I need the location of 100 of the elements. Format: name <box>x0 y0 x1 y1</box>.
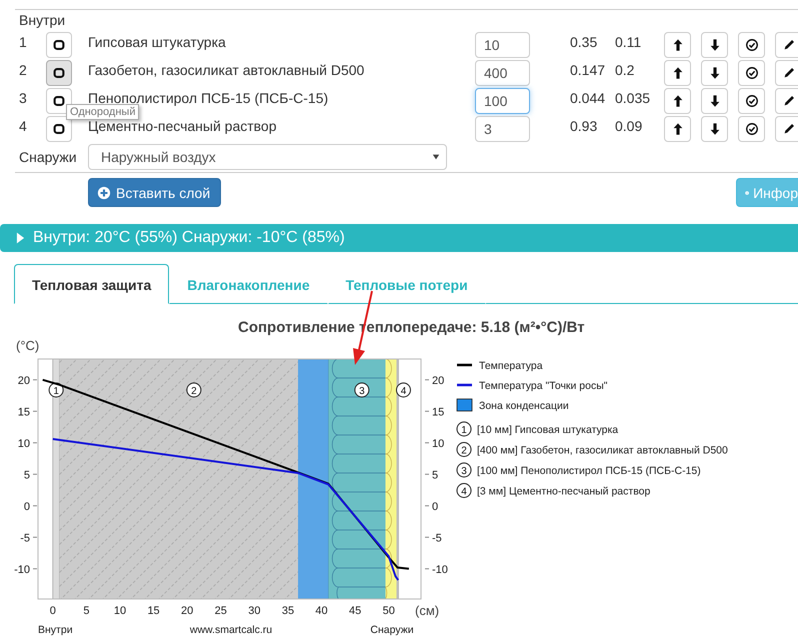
y-tick-label: 5 <box>432 469 438 482</box>
mu-value: 0.2 <box>615 61 636 80</box>
x-tick-label: 40 <box>315 605 328 617</box>
x-tick-label: 10 <box>114 605 126 617</box>
pencil-icon <box>782 66 796 80</box>
check-circle-icon <box>744 122 758 136</box>
pencil-icon <box>782 122 796 136</box>
legend-label: Температура <box>479 360 543 372</box>
x-tick-label: 0 <box>50 605 56 617</box>
select-button[interactable] <box>738 32 765 58</box>
website-caption: www.smartcalc.ru <box>190 624 272 636</box>
layer-type-button[interactable] <box>46 116 72 142</box>
select-button[interactable] <box>738 60 765 86</box>
lambda-value: 0.147 <box>570 61 606 80</box>
edit-button[interactable] <box>775 32 798 58</box>
legend-label: [10 мм] Гипсовая штукатурка <box>477 424 618 436</box>
legend-area-swatch <box>456 398 472 412</box>
move-down-button[interactable] <box>701 88 728 114</box>
layer-type-button[interactable] <box>46 32 72 58</box>
lambda-value: 0.93 <box>570 117 598 136</box>
move-down-button[interactable] <box>701 116 728 142</box>
outside-caption: Снаружи <box>370 624 414 636</box>
edit-button[interactable] <box>775 88 798 114</box>
x-tick-label: 25 <box>214 605 227 617</box>
select-button[interactable] <box>738 88 765 114</box>
select-button[interactable] <box>738 116 765 142</box>
move-up-button[interactable] <box>664 116 691 142</box>
tooltip: Однородный <box>66 104 140 120</box>
y-tick-label: 10 <box>18 438 30 450</box>
move-up-button[interactable] <box>664 32 691 58</box>
thickness-input[interactable]: 3 <box>475 116 530 142</box>
row-number: 2 <box>19 61 28 80</box>
insert-layer-button[interactable]: Вставить слой <box>88 178 222 207</box>
move-down-button[interactable] <box>701 60 728 86</box>
thickness-input[interactable]: 400 <box>475 60 530 86</box>
material-name: Газобетон, газосиликат автоклавный D500 <box>88 61 366 80</box>
layer-type-button[interactable] <box>46 88 72 114</box>
x-tick-label: 30 <box>248 605 260 617</box>
row-number: 1 <box>19 33 28 52</box>
y-tick-label: -5 <box>432 532 442 544</box>
material-name: Цементно-песчаный раствор <box>88 118 278 136</box>
y-tick-label: 0 <box>24 500 30 513</box>
row-number: 4 <box>19 117 28 136</box>
y-tick-label: 5 <box>24 469 30 482</box>
check-circle-icon <box>744 94 758 108</box>
edit-button[interactable] <box>775 60 798 86</box>
legend-label: [3 мм] Цементно-песчаный раствор <box>477 486 650 498</box>
outside-select[interactable]: Наружный воздух <box>88 144 447 170</box>
layer-type-button[interactable] <box>46 60 72 86</box>
thickness-input[interactable]: 10 <box>475 32 530 58</box>
y-tick-label: 20 <box>432 374 444 387</box>
square-icon <box>52 122 66 136</box>
legend-label: Температура "Точки росы" <box>479 380 608 392</box>
legend-number-badge: 4 <box>456 483 472 498</box>
y-axis-label: (°C) <box>16 340 40 353</box>
legend-line-swatch <box>457 384 472 386</box>
mu-value: 0.11 <box>615 33 642 52</box>
y-tick-label: -10 <box>14 564 30 576</box>
check-circle-icon <box>744 38 758 52</box>
legend-label: [400 мм] Газобетон, газосиликат автоклавный D500 <box>477 444 728 456</box>
move-down-button[interactable] <box>701 32 728 58</box>
x-tick-label: 35 <box>282 605 294 617</box>
y-tick-label: -5 <box>20 532 30 544</box>
y-tick-label: 15 <box>432 406 444 418</box>
legend-number-badge: 3 <box>456 462 472 478</box>
y-tick-label: 10 <box>432 438 444 450</box>
y-tick-label: 15 <box>18 406 30 418</box>
square-icon <box>52 38 66 52</box>
y-tick-label: -10 <box>432 564 448 576</box>
mu-value: 0.09 <box>615 117 644 136</box>
legend-label: Зона конденсации <box>479 400 569 412</box>
x-tick-label: 5 <box>83 605 90 617</box>
x-tick-label: 45 <box>349 605 362 617</box>
pencil-icon <box>782 94 796 108</box>
inside-label: Внутри <box>19 11 66 30</box>
inside-caption: Внутри <box>38 624 73 636</box>
tab[interactable]: Тепловая защита <box>14 264 170 304</box>
move-up-button[interactable] <box>664 60 691 86</box>
outside-label: Снаружи <box>19 149 78 165</box>
check-circle-icon <box>744 66 758 80</box>
y-tick-label: 0 <box>432 500 438 513</box>
legend-number-badge: 1 <box>456 422 472 436</box>
mu-value: 0.035 <box>615 89 652 108</box>
material-name: Гипсовая штукатурка <box>88 33 227 52</box>
square-icon <box>52 66 66 80</box>
wall-section-drawing: 1 2 3 4 <box>48 358 411 600</box>
x-tick-label: 50 <box>382 605 395 617</box>
row-number: 3 <box>19 89 28 108</box>
lambda-value: 0.35 <box>570 33 598 52</box>
legend-label: [100 мм] Пенополистирол ПСБ-15 (ПСБ-С-15) <box>477 465 701 477</box>
dropdown-caret-icon <box>432 153 440 161</box>
edit-button[interactable] <box>775 116 798 142</box>
x-axis-label: (см) <box>415 603 440 618</box>
legend-number-badge: 2 <box>456 442 472 457</box>
plus-circle-icon <box>97 186 111 200</box>
square-icon <box>52 94 66 108</box>
thickness-input[interactable]: 100 <box>475 88 530 114</box>
x-tick-label: 15 <box>147 605 160 617</box>
move-up-button[interactable] <box>664 88 691 114</box>
y-tick-label: 20 <box>18 374 30 387</box>
